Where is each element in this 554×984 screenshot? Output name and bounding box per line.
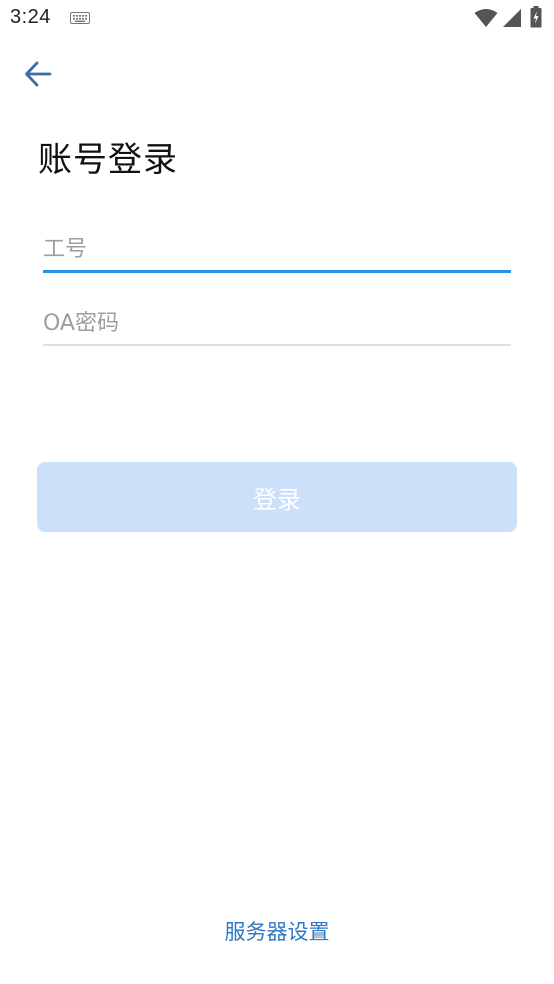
password-underline (43, 344, 511, 346)
wifi-icon (474, 9, 498, 27)
signal-icon (503, 9, 521, 27)
page-title: 账号登录 (38, 140, 178, 180)
arrow-left-icon (25, 61, 52, 87)
back-button[interactable] (18, 56, 58, 92)
server-settings-link[interactable]: 服务器设置 (0, 916, 554, 946)
battery-charging-icon (530, 6, 542, 28)
status-time: 3:24 (10, 6, 51, 28)
login-button[interactable]: 登录 (37, 462, 517, 532)
keyboard-icon (70, 12, 90, 24)
status-bar: 3:24 (0, 0, 554, 38)
employee-id-input[interactable] (43, 232, 511, 266)
employee-id-field (43, 232, 511, 273)
employee-id-underline (43, 270, 511, 273)
password-field (43, 306, 511, 346)
password-input[interactable] (43, 306, 511, 340)
